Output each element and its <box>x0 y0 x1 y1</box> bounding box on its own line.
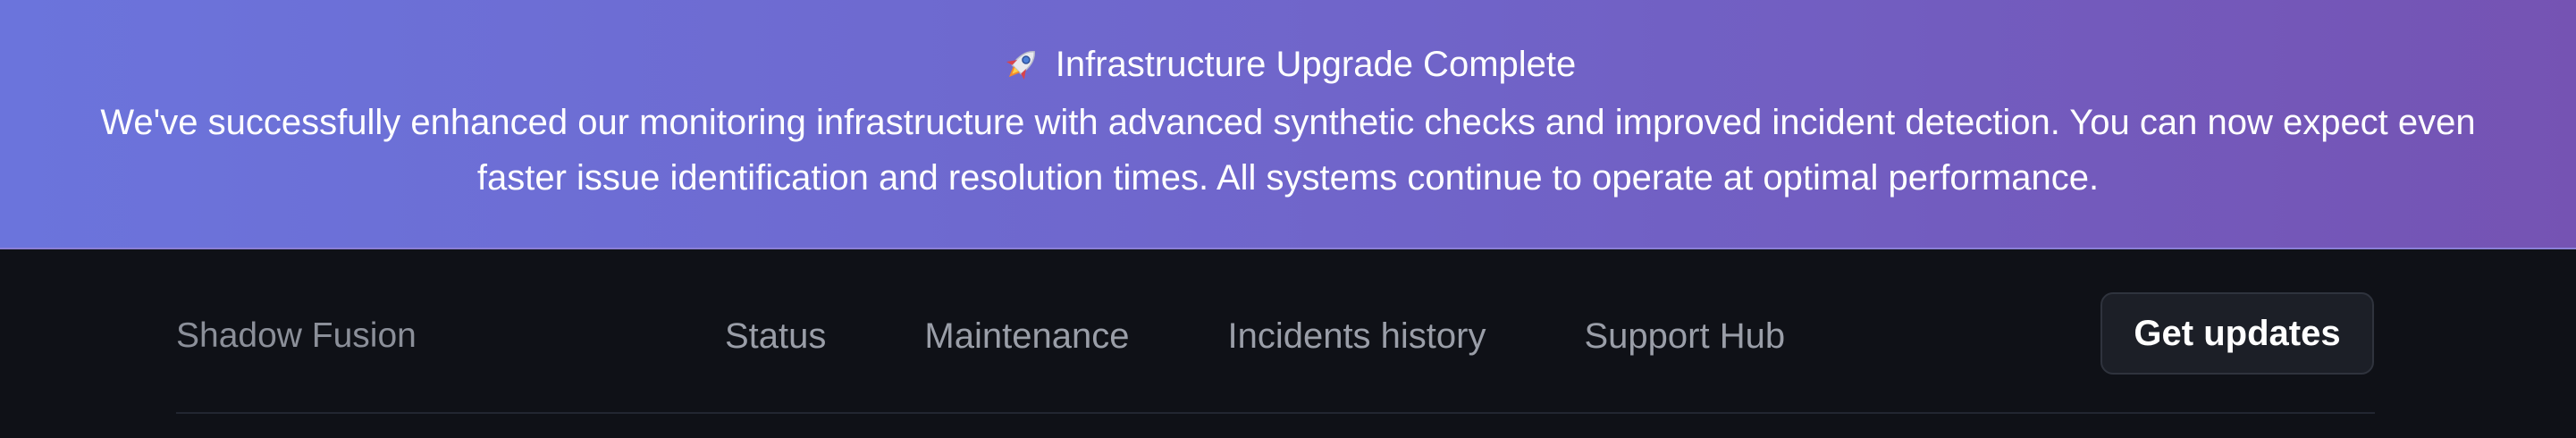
get-updates-button[interactable]: Get updates <box>2100 292 2374 375</box>
brand-name[interactable]: Shadow Fusion <box>176 314 417 358</box>
rocket-icon <box>1000 43 1043 86</box>
announcement-banner: Infrastructure Upgrade Complete We've su… <box>0 0 2576 249</box>
banner-title-row: Infrastructure Upgrade Complete <box>0 38 2576 91</box>
nav-links: Status Maintenance Incidents history Sup… <box>725 314 1785 358</box>
nav-divider <box>176 412 2375 414</box>
banner-title: Infrastructure Upgrade Complete <box>1055 45 1577 84</box>
top-navigation: Shadow Fusion Status Maintenance Inciden… <box>0 251 2576 438</box>
banner-message: We've successfully enhanced our monitori… <box>100 103 2476 198</box>
nav-link-maintenance[interactable]: Maintenance <box>924 314 1129 358</box>
nav-link-incidents-history[interactable]: Incidents history <box>1227 314 1486 358</box>
nav-link-support-hub[interactable]: Support Hub <box>1584 314 1785 358</box>
nav-link-status[interactable]: Status <box>725 314 826 358</box>
